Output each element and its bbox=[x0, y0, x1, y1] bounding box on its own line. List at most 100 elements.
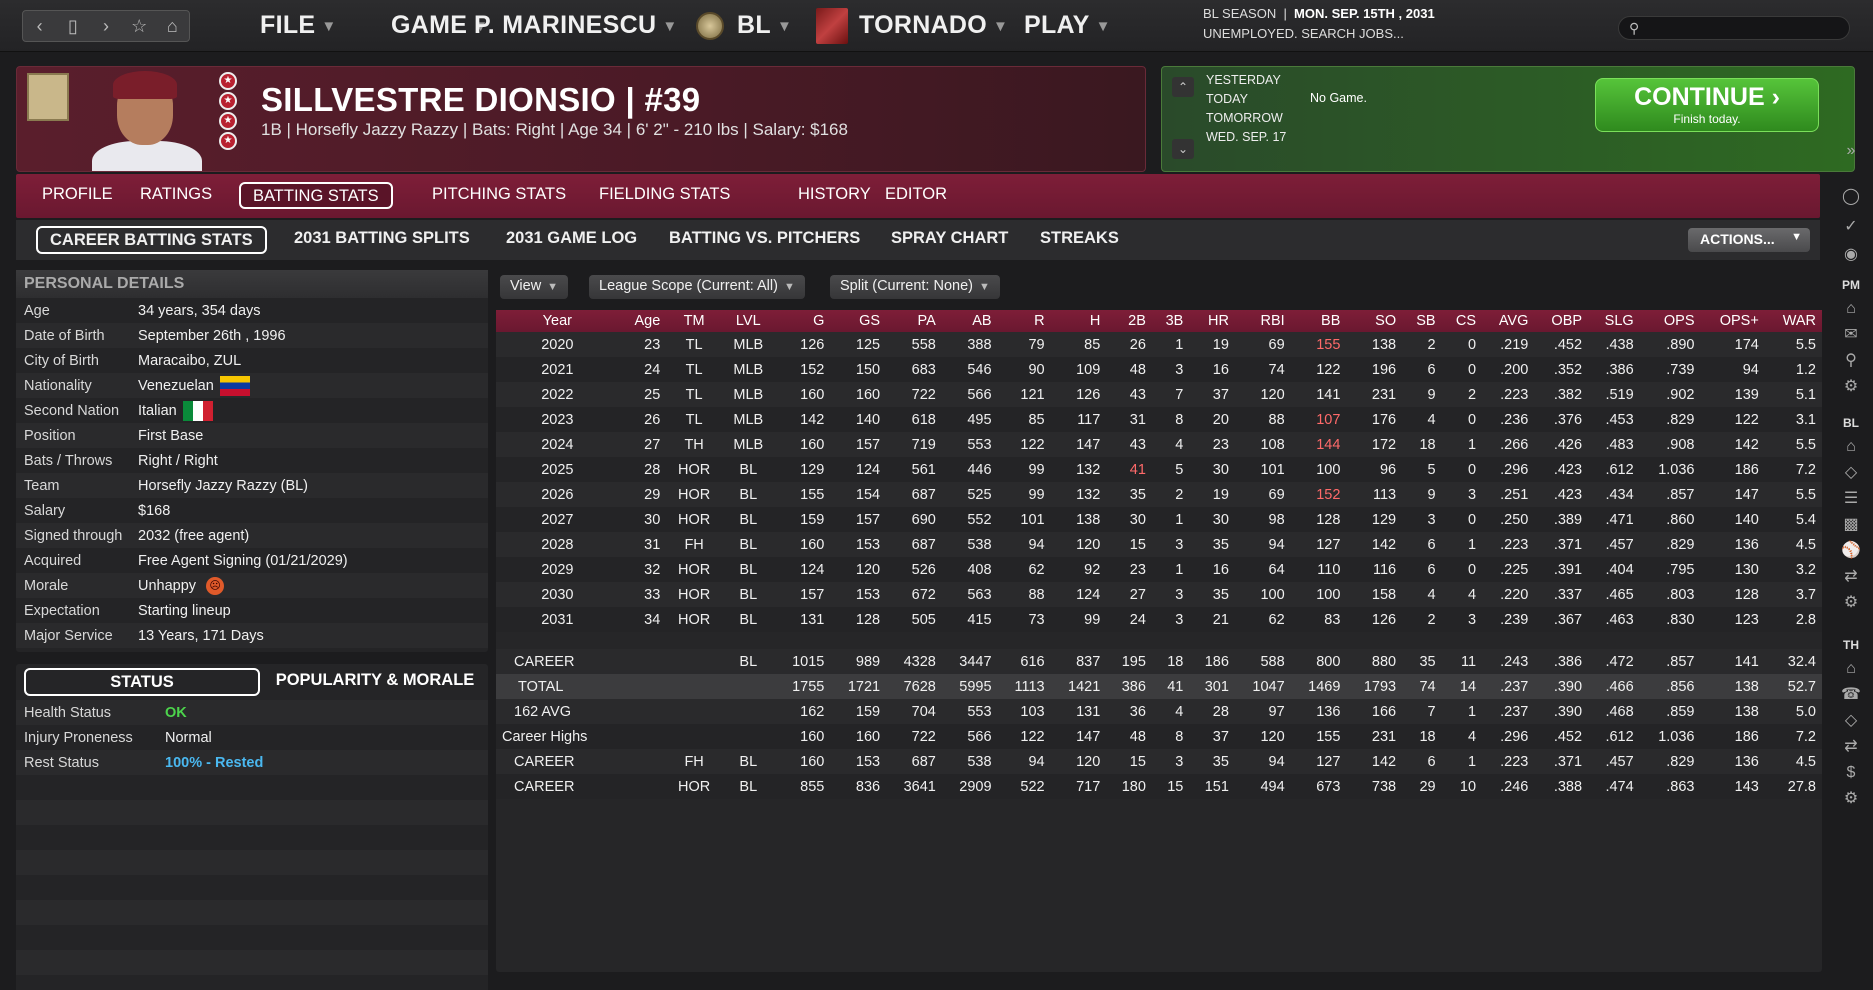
column-header[interactable]: 3B bbox=[1151, 310, 1190, 332]
season-info[interactable]: BL SEASON | MON. SEP. 15TH , 2031 UNEMPL… bbox=[1203, 4, 1435, 44]
table-row[interactable]: 2025 28 HOR BL 129 124 561 446 99 132 41 5 30 101 100 9… bbox=[496, 457, 1822, 482]
table-row[interactable]: 2024 27 TH MLB 160 157 719 553 122 147 43 4 23 108 144… bbox=[496, 432, 1822, 457]
column-header[interactable]: GS bbox=[830, 310, 887, 332]
table-row[interactable]: 2031 34 HOR BL 131 128 505 415 73 99 24 3 21 62 83 126 2… bbox=[496, 607, 1822, 632]
search-input[interactable]: ⚲ bbox=[1618, 16, 1850, 40]
table-row[interactable]: 2027 30 HOR BL 159 157 690 552 101 138 30 1 30 98 128 1… bbox=[496, 507, 1822, 532]
tab-ratings[interactable]: RATINGS bbox=[128, 182, 224, 209]
transactions-icon[interactable]: ⇄ bbox=[1838, 566, 1864, 588]
summary-row[interactable]: Career Highs 160 160 722 566 122 147 48 8 37 120 15… bbox=[496, 724, 1822, 749]
table-row[interactable]: 2029 32 HOR BL 124 120 526 408 62 92 23 1 16 64 110 116… bbox=[496, 557, 1822, 582]
column-header[interactable]: Age bbox=[618, 310, 667, 332]
column-header[interactable]: CS bbox=[1441, 310, 1483, 332]
day-yesterday[interactable]: YESTERDAY bbox=[1206, 71, 1286, 90]
phone-icon[interactable]: ☎ bbox=[1838, 684, 1864, 706]
column-header[interactable]: LVL bbox=[721, 310, 775, 332]
column-header[interactable]: SB bbox=[1402, 310, 1442, 332]
column-header[interactable]: RBI bbox=[1234, 310, 1291, 332]
column-header[interactable]: WAR bbox=[1764, 310, 1822, 332]
column-header[interactable]: OPS+ bbox=[1700, 310, 1765, 332]
column-header[interactable]: SLG bbox=[1588, 310, 1640, 332]
menu-file[interactable]: FILE ▼ bbox=[260, 11, 337, 40]
tab-fielding-stats[interactable]: FIELDING STATS bbox=[587, 182, 742, 209]
subtab-streaks[interactable]: STREAKS bbox=[1028, 226, 1131, 254]
column-header[interactable]: 2B bbox=[1106, 310, 1152, 332]
chevron-up-icon[interactable]: ⌃ bbox=[1172, 77, 1194, 97]
back-icon[interactable]: ‹ bbox=[27, 16, 53, 37]
tab-status[interactable]: STATUS bbox=[24, 668, 260, 696]
tab-profile[interactable]: PROFILE bbox=[30, 182, 125, 209]
subtab-batting-vs-pitchers[interactable]: BATTING VS. PITCHERS bbox=[657, 226, 872, 254]
table-row[interactable]: 2022 25 TL MLB 160 160 722 566 121 126 43 7 37 120 141… bbox=[496, 382, 1822, 407]
collapse-icon[interactable]: » bbox=[1838, 140, 1864, 162]
gear-icon[interactable]: ⚙ bbox=[1838, 376, 1864, 398]
home-icon[interactable]: ⌂ bbox=[159, 16, 185, 37]
diamond-icon[interactable]: ◇ bbox=[1838, 710, 1864, 732]
tab-history[interactable]: HISTORY bbox=[786, 182, 883, 209]
chevron-down-icon[interactable]: ⌄ bbox=[1172, 139, 1194, 159]
summary-row[interactable]: TOTAL 1755 1721 7628 5995 1113 1421 386 41 301 104… bbox=[496, 674, 1822, 699]
table-row[interactable]: 2026 29 HOR BL 155 154 687 525 99 132 35 2 19 69 152 11… bbox=[496, 482, 1822, 507]
subtab-spray-chart[interactable]: SPRAY CHART bbox=[879, 226, 1020, 254]
day-today[interactable]: TODAY bbox=[1206, 90, 1286, 109]
home-icon[interactable]: ⌂ bbox=[1838, 298, 1864, 320]
column-header[interactable]: OBP bbox=[1534, 310, 1589, 332]
column-header[interactable]: Year bbox=[496, 310, 619, 332]
column-header[interactable]: TM bbox=[666, 310, 722, 332]
column-header[interactable]: AVG bbox=[1482, 310, 1535, 332]
lightbulb-icon[interactable]: ◯ bbox=[1838, 186, 1864, 208]
day-next[interactable]: WED. SEP. 17 bbox=[1206, 128, 1286, 147]
table-row[interactable]: 2028 31 FH BL 160 153 687 538 94 120 15 3 35 94 127 142… bbox=[496, 532, 1822, 557]
summary-row[interactable]: 162 AVG 162 159 704 553 103 131 36 4 28 97 136 166 7 1… bbox=[496, 699, 1822, 724]
column-header[interactable]: G bbox=[774, 310, 831, 332]
continue-button[interactable]: CONTINUE › Finish today. bbox=[1595, 78, 1819, 132]
day-tomorrow[interactable]: TOMORROW bbox=[1206, 109, 1286, 128]
job-status[interactable]: UNEMPLOYED. SEARCH JOBS... bbox=[1203, 24, 1435, 44]
column-header[interactable]: SO bbox=[1346, 310, 1403, 332]
summary-row[interactable]: CAREER HOR BL 855 836 3641 2909 522 717 180 15 151 4… bbox=[496, 774, 1822, 799]
table-row[interactable]: 2023 26 TL MLB 142 140 618 495 85 117 31 8 20 88 107 17… bbox=[496, 407, 1822, 432]
column-header[interactable]: HR bbox=[1189, 310, 1235, 332]
gear-icon[interactable]: ⚙ bbox=[1838, 592, 1864, 614]
tab-batting-stats[interactable]: BATTING STATS bbox=[239, 182, 393, 209]
actions-dropdown[interactable]: ACTIONS... ▼ bbox=[1688, 228, 1810, 252]
transactions-icon[interactable]: ⇄ bbox=[1838, 736, 1864, 758]
menu-play[interactable]: PLAY ▼ bbox=[1024, 11, 1111, 40]
summary-row[interactable]: CAREER BL 1015 989 4328 3447 616 837 195 18 186 588… bbox=[496, 649, 1822, 674]
column-header[interactable]: AB bbox=[941, 310, 998, 332]
view-dropdown[interactable]: View ▼ bbox=[500, 275, 569, 299]
table-row[interactable]: 2020 23 TL MLB 126 125 558 388 79 85 26 1 19 69 155 138… bbox=[496, 332, 1822, 357]
ball-icon[interactable]: ⚾ bbox=[1838, 540, 1864, 562]
globe-icon[interactable]: ◉ bbox=[1838, 244, 1864, 266]
detail-value[interactable]: Horsefly Jazzy Razzy (BL) bbox=[138, 478, 308, 494]
mail-icon[interactable]: ✉ bbox=[1838, 324, 1864, 346]
home-icon[interactable]: ⌂ bbox=[1838, 658, 1864, 680]
column-header[interactable]: BB bbox=[1290, 310, 1347, 332]
check-icon[interactable]: ✓ bbox=[1838, 216, 1864, 238]
table-row[interactable]: 2030 33 HOR BL 157 153 672 563 88 124 27 3 35 100 100 1… bbox=[496, 582, 1822, 607]
player-card-thumbnail[interactable] bbox=[27, 73, 69, 121]
list-icon[interactable]: ☰ bbox=[1838, 488, 1864, 510]
menu-team[interactable]: TORNADO ▼ bbox=[859, 11, 1008, 40]
column-header[interactable]: OPS bbox=[1639, 310, 1701, 332]
subtab-batting-splits[interactable]: 2031 BATTING SPLITS bbox=[282, 226, 482, 254]
league-scope-dropdown[interactable]: League Scope (Current: All) ▼ bbox=[589, 275, 805, 299]
column-header[interactable]: R bbox=[997, 310, 1051, 332]
table-row[interactable]: 2021 24 TL MLB 152 150 683 546 90 109 48 3 16 74 122 19… bbox=[496, 357, 1822, 382]
star-icon[interactable]: ☆ bbox=[126, 16, 152, 37]
column-header[interactable]: PA bbox=[886, 310, 942, 332]
menu-league[interactable]: BL ▼ bbox=[737, 11, 792, 40]
tab-popularity-morale[interactable]: POPULARITY & MORALE bbox=[270, 668, 480, 696]
tab-editor[interactable]: EDITOR bbox=[873, 182, 959, 209]
summary-row[interactable]: CAREER FH BL 160 153 687 538 94 120 15 3 35 94 127 142… bbox=[496, 749, 1822, 774]
search-icon[interactable]: ⚲ bbox=[1838, 350, 1864, 372]
page-icon[interactable]: ▯ bbox=[60, 16, 86, 37]
forward-icon[interactable]: › bbox=[93, 16, 119, 37]
home-icon[interactable]: ⌂ bbox=[1838, 436, 1864, 458]
diamond-icon[interactable]: ◇ bbox=[1838, 462, 1864, 484]
chart-icon[interactable]: ▩ bbox=[1838, 514, 1864, 536]
tab-pitching-stats[interactable]: PITCHING STATS bbox=[420, 182, 578, 209]
column-header[interactable]: H bbox=[1050, 310, 1107, 332]
split-dropdown[interactable]: Split (Current: None) ▼ bbox=[830, 275, 1000, 299]
dollar-icon[interactable]: $ bbox=[1838, 762, 1864, 784]
